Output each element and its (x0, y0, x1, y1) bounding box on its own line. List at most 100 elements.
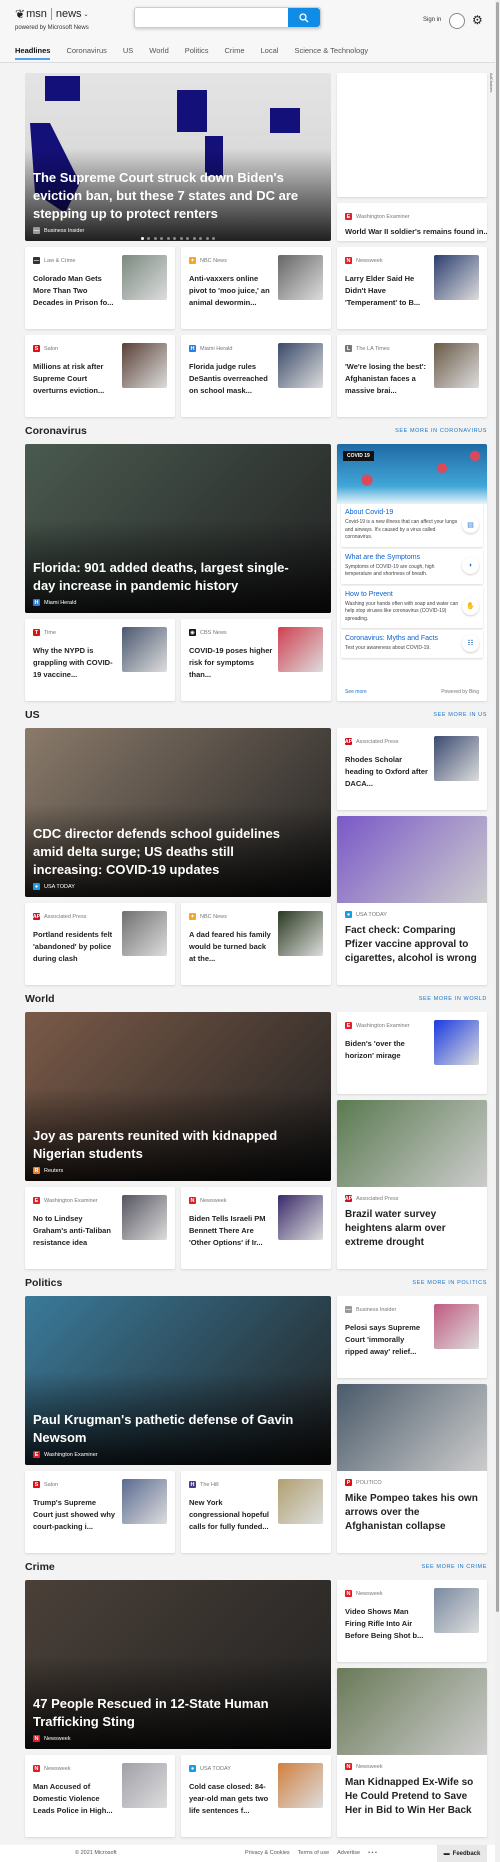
story-headline[interactable]: New York congressional hopeful calls for… (189, 1497, 273, 1533)
carousel-dot[interactable] (186, 237, 190, 240)
story-card[interactable]: N Newsweek Biden Tells Israeli PM Bennett … (181, 1187, 331, 1269)
tab-headlines[interactable]: Headlines (15, 46, 51, 60)
tab-coronavirus[interactable]: Coronavirus (66, 46, 106, 60)
covid-info-item[interactable]: How to Prevent Washing your hands often w… (341, 585, 483, 628)
hero-story[interactable]: Florida: 901 added deaths, largest singl… (25, 444, 331, 613)
adchoices-label[interactable]: AdChoices (489, 73, 494, 92)
story-headline[interactable]: Man Accused of Domestic Violence Leads P… (33, 1781, 117, 1817)
story-thumbnail[interactable] (278, 911, 323, 956)
story-headline[interactable]: Cold case closed: 84-year-old man gets t… (189, 1781, 273, 1817)
sign-in-link[interactable]: Sign in (423, 17, 441, 23)
story-card[interactable]: S Salon Trump's Supreme Court just showed … (25, 1471, 175, 1553)
story-thumbnail[interactable] (122, 911, 167, 956)
carousel-dot[interactable] (212, 237, 216, 240)
featured-story-card[interactable]: AP Associated Press Brazil water survey he… (337, 1100, 487, 1269)
tab-world[interactable]: World (149, 46, 168, 60)
see-more-link[interactable]: SEE MORE IN WORLD (419, 996, 487, 1002)
story-thumbnail[interactable] (278, 1195, 323, 1240)
footer-link[interactable]: Privacy & Cookies (245, 1850, 290, 1856)
story-card[interactable]: AP Associated Press Rhodes Scholar heading… (337, 728, 487, 810)
story-thumbnail[interactable] (278, 1479, 323, 1524)
story-card[interactable]: N Newsweek Video Shows Man Firing Rifle In… (337, 1580, 487, 1662)
story-headline[interactable]: Millions at risk after Supreme Court ove… (33, 361, 117, 397)
tab-science-technology[interactable]: Science & Technology (294, 46, 368, 60)
story-thumbnail[interactable] (122, 1763, 167, 1808)
story-headline[interactable]: Mike Pompeo takes his own arrows over th… (345, 1492, 479, 1534)
see-more-link[interactable]: SEE MORE IN US (433, 712, 487, 718)
covid-item-title[interactable]: How to Prevent (345, 591, 461, 598)
covid-info-item[interactable]: What are the Symptoms Symptoms of COVID-1… (341, 548, 483, 584)
story-headline[interactable]: COVID-19 poses higher risk for symptoms … (189, 645, 273, 681)
story-thumbnail[interactable] (122, 255, 167, 300)
story-image[interactable] (337, 816, 487, 903)
story-thumbnail[interactable] (434, 1020, 479, 1065)
story-card[interactable]: E Washington Examiner No to Lindsey Graham… (25, 1187, 175, 1269)
story-headline[interactable]: Biden's 'over the horizon' mirage (345, 1038, 429, 1062)
footer-link[interactable]: • • • (368, 1850, 377, 1856)
story-headline[interactable]: Larry Elder Said He Didn't Have 'Tempera… (345, 273, 429, 309)
story-card[interactable]: AP Associated Press Portland residents fel… (25, 903, 175, 985)
story-card[interactable]: ● USA TODAY Cold case closed: 84-year-old … (181, 1755, 331, 1837)
story-card[interactable]: E Washington Examiner Biden's 'over the ho… (337, 1012, 487, 1094)
covid-info-item[interactable]: About Covid-19 Covid-19 is a new illness … (341, 504, 483, 547)
story-card[interactable]: N Newsweek Man Accused of Domestic Violenc… (25, 1755, 175, 1837)
carousel-dot[interactable] (147, 237, 151, 240)
hero-story[interactable]: Paul Krugman's pathetic defense of Gavin… (25, 1296, 331, 1465)
carousel-dot[interactable] (173, 237, 177, 240)
story-thumbnail[interactable] (278, 255, 323, 300)
see-more-link[interactable]: SEE MORE IN POLITICS (412, 1280, 487, 1286)
story-card[interactable]: H Miami Herald Florida judge rules DeSanti… (181, 335, 331, 417)
hero-headline[interactable]: Florida: 901 added deaths, largest singl… (33, 559, 301, 595)
hero-story[interactable]: The Supreme Court struck down Biden's ev… (25, 73, 331, 241)
carousel-dot[interactable] (192, 237, 196, 240)
carousel-dot[interactable] (166, 237, 170, 240)
featured-story-card[interactable]: ● USA TODAY Fact check: Comparing Pfizer v… (337, 816, 487, 985)
story-headline[interactable]: Rhodes Scholar heading to Oxford after D… (345, 754, 429, 790)
chevron-down-icon[interactable]: ⌄ (84, 11, 89, 18)
story-headline[interactable]: Video Shows Man Firing Rifle Into Air Be… (345, 1606, 429, 1642)
story-thumbnail[interactable] (278, 1763, 323, 1808)
story-card[interactable]: N Newsweek Larry Elder Said He Didn't Have… (337, 247, 487, 329)
see-more-link[interactable]: SEE MORE IN CORONAVIRUS (395, 428, 487, 434)
story-thumbnail[interactable] (278, 627, 323, 672)
story-image[interactable] (337, 1668, 487, 1755)
story-headline[interactable]: 'We're losing the best': Afghanistan fac… (345, 361, 429, 397)
hero-headline[interactable]: Joy as parents reunited with kidnapped N… (33, 1127, 301, 1163)
story-headline[interactable]: Biden Tells Israeli PM Bennett There Are… (189, 1213, 273, 1249)
footer-link[interactable]: Advertise (337, 1850, 360, 1856)
hero-story[interactable]: CDC director defends school guidelines a… (25, 728, 331, 897)
featured-story-card[interactable]: P POLITICO Mike Pompeo takes his own arrow… (337, 1384, 487, 1553)
hero-headline[interactable]: CDC director defends school guidelines a… (33, 825, 301, 879)
tab-politics[interactable]: Politics (185, 46, 209, 60)
story-headline[interactable]: World War II soldier's remains found in.… (345, 227, 487, 236)
story-card[interactable]: E Washington Examiner World War II soldier… (337, 203, 487, 241)
story-thumbnail[interactable] (434, 1304, 479, 1349)
story-card[interactable]: — Law & Crime Colorado Man Gets More Than … (25, 247, 175, 329)
hero-story[interactable]: Joy as parents reunited with kidnapped N… (25, 1012, 331, 1181)
carousel-dot[interactable] (140, 237, 144, 240)
product-name[interactable]: news (56, 8, 82, 20)
story-headline[interactable]: Fact check: Comparing Pfizer vaccine app… (345, 924, 479, 966)
story-card[interactable]: L The LA Times 'We're losing the best': Af… (337, 335, 487, 417)
carousel-dot[interactable] (153, 237, 157, 240)
story-thumbnail[interactable] (122, 1195, 167, 1240)
story-card[interactable]: H The Hill New York congressional hopeful … (181, 1471, 331, 1553)
story-card[interactable]: ✦ NBC News A dad feared his family would b… (181, 903, 331, 985)
story-card[interactable]: T Time Why the NYPD is grappling with COVI… (25, 619, 175, 701)
story-headline[interactable]: Portland residents felt 'abandoned' by p… (33, 929, 117, 965)
see-more-link[interactable]: SEE MORE IN CRIME (421, 1564, 487, 1570)
see-more-link[interactable]: See more (345, 689, 367, 695)
search-button[interactable] (288, 8, 320, 27)
carousel-dot[interactable] (179, 237, 183, 240)
covid-item-title[interactable]: What are the Symptoms (345, 554, 461, 561)
story-thumbnail[interactable] (278, 343, 323, 388)
carousel-dot[interactable] (199, 237, 203, 240)
story-headline[interactable]: Man Kidnapped Ex-Wife so He Could Preten… (345, 1776, 479, 1818)
story-thumbnail[interactable] (434, 255, 479, 300)
story-image[interactable] (337, 1100, 487, 1187)
hero-headline[interactable]: The Supreme Court struck down Biden's ev… (33, 169, 301, 223)
hero-headline[interactable]: Paul Krugman's pathetic defense of Gavin… (33, 1411, 301, 1447)
scrollbar[interactable] (495, 0, 500, 1862)
story-headline[interactable]: Colorado Man Gets More Than Two Decades … (33, 273, 117, 309)
story-headline[interactable]: Trump's Supreme Court just showed why co… (33, 1497, 117, 1533)
